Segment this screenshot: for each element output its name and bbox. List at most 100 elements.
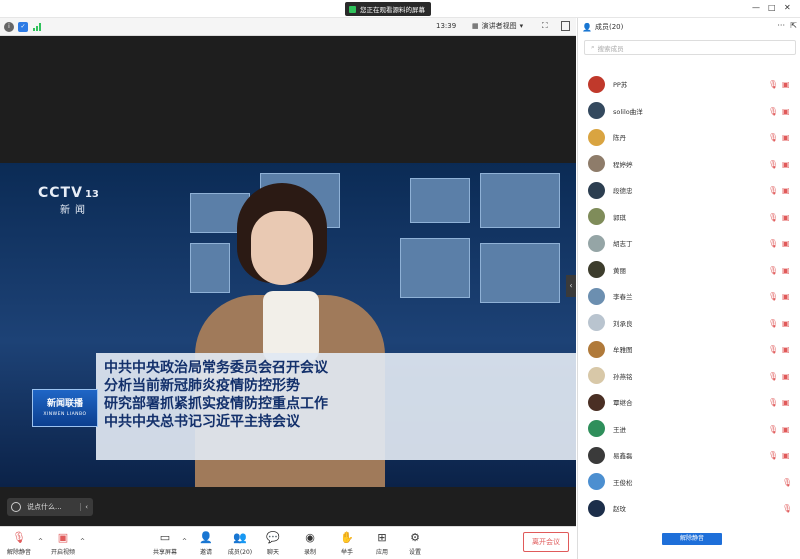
member-row[interactable]: 黄丽 🎙 ▣ xyxy=(578,257,800,283)
avatar xyxy=(588,181,605,199)
camera-off-icon[interactable]: ▣ xyxy=(782,213,790,222)
camera-off-icon[interactable]: ▣ xyxy=(782,186,790,195)
chevron-up-icon[interactable]: ^ xyxy=(38,538,43,545)
popout-icon[interactable]: ⇱ xyxy=(790,21,797,30)
raise-hand-label: 举手 xyxy=(340,549,353,556)
meeting-window: 您正在观看源料的屏幕 — □ ✕ i ✓ 13:39 ▦ 演讲者视图 ▾ ⛶ C… xyxy=(0,0,800,559)
speaker-view-button[interactable]: ▦ 演讲者视图 ▾ xyxy=(472,21,523,31)
mic-off-icon[interactable]: 🎙 xyxy=(768,398,778,407)
camera-off-icon[interactable]: ▣ xyxy=(782,292,790,301)
collapse-panel-button[interactable]: ‹ xyxy=(566,275,576,297)
mic-off-icon[interactable]: 🎙 xyxy=(768,451,778,460)
member-row[interactable]: 王俊松 🎙 xyxy=(578,469,800,495)
camera-off-icon[interactable]: ▣ xyxy=(782,451,790,460)
settings-button[interactable]: ⚙ 设置 xyxy=(398,531,432,556)
mic-off-icon[interactable]: 🎙 xyxy=(782,504,792,513)
record-button[interactable]: ◉ 录制 xyxy=(293,531,327,556)
mic-off-icon[interactable]: 🎙 xyxy=(768,292,778,301)
minimize-button[interactable]: — xyxy=(752,3,760,12)
member-row[interactable]: 段德忠 🎙 ▣ xyxy=(578,177,800,203)
mic-off-icon[interactable]: 🎙 xyxy=(768,213,778,222)
camera-off-icon[interactable]: ▣ xyxy=(782,160,790,169)
shield-icon[interactable]: ✓ xyxy=(18,21,28,32)
chevron-up-icon[interactable]: ^ xyxy=(182,538,187,545)
unmute-button[interactable]: 🎙 解除静音 xyxy=(2,531,36,556)
member-row[interactable]: 赵玟 🎙 xyxy=(578,495,800,521)
leave-meeting-button[interactable]: 离开会议 xyxy=(523,532,569,552)
camera-off-icon[interactable]: ▣ xyxy=(782,345,790,354)
camera-off-icon[interactable]: ▣ xyxy=(782,398,790,407)
share-screen-button[interactable]: ▭ 共享屏幕 xyxy=(148,531,182,556)
start-video-button[interactable]: ▣ 开启视频 xyxy=(46,531,80,556)
chat-icon: 💬 xyxy=(266,531,280,544)
mic-off-icon[interactable]: 🎙 xyxy=(768,266,778,275)
members-button[interactable]: 👥 成员(20) xyxy=(223,531,257,556)
member-row[interactable]: 牟雅图 🎙 ▣ xyxy=(578,336,800,362)
meeting-clock: 13:39 xyxy=(436,22,457,30)
member-row[interactable]: 王进 🎙 ▣ xyxy=(578,416,800,442)
member-search-input[interactable]: ⌕ 搜索成员 xyxy=(584,40,796,55)
mic-off-icon[interactable]: 🎙 xyxy=(768,107,778,116)
camera-off-icon[interactable]: ▣ xyxy=(782,239,790,248)
chat-label: 聊天 xyxy=(266,549,279,556)
member-row[interactable]: PP苏 🎙 ▣ xyxy=(578,71,800,97)
fullscreen-icon[interactable]: ⛶ xyxy=(542,21,548,31)
chat-input[interactable]: 说点什么... ‹ xyxy=(7,498,93,516)
mic-off-icon[interactable]: 🎙 xyxy=(768,80,778,89)
share-screen-icon: ▭ xyxy=(159,531,171,544)
invite-icon: 👤 xyxy=(199,531,213,544)
member-name: 陈丹 xyxy=(613,134,626,142)
mic-off-icon[interactable]: 🎙 xyxy=(768,160,778,169)
mic-off-icon[interactable]: 🎙 xyxy=(768,345,778,354)
mic-off-icon[interactable]: 🎙 xyxy=(768,319,778,328)
share-notice[interactable]: 您正在观看源料的屏幕 xyxy=(345,2,431,16)
sidebar-toggle-icon[interactable] xyxy=(561,21,570,31)
members-label: 成员(20) xyxy=(227,549,253,556)
avatar xyxy=(588,340,605,358)
more-icon[interactable]: ··· xyxy=(777,21,785,30)
raise-hand-button[interactable]: ✋ 举手 xyxy=(330,531,364,556)
maximize-button[interactable]: □ xyxy=(768,3,776,12)
unmute-all-button[interactable]: 解除静音 xyxy=(662,533,722,545)
camera-off-icon[interactable]: ▣ xyxy=(782,425,790,434)
chat-button[interactable]: 💬 聊天 xyxy=(256,531,290,556)
member-row[interactable]: 郭琪 🎙 ▣ xyxy=(578,204,800,230)
xinwen-lianbo-logo: 新闻联播 XINWEN LIANBO xyxy=(32,389,98,427)
member-row[interactable]: 刘承良 🎙 ▣ xyxy=(578,310,800,336)
chevron-down-icon: ▾ xyxy=(519,22,524,30)
emoji-icon[interactable] xyxy=(11,502,21,512)
info-icon[interactable]: i xyxy=(4,21,14,32)
chat-placeholder: 说点什么... xyxy=(27,503,62,511)
mic-off-icon[interactable]: 🎙 xyxy=(768,425,778,434)
member-row[interactable]: 覃继合 🎙 ▣ xyxy=(578,389,800,415)
chevron-up-icon[interactable]: ^ xyxy=(80,538,85,545)
member-row[interactable]: 程婷婷 🎙 ▣ xyxy=(578,151,800,177)
camera-off-icon[interactable]: ▣ xyxy=(782,107,790,116)
camera-off-icon[interactable]: ▣ xyxy=(782,80,790,89)
member-row[interactable]: 易鑫磊 🎙 ▣ xyxy=(578,442,800,468)
news-caption: 中共中央政治局常务委员会召开会议 分析当前新冠肺炎疫情防控形势 研究部署抓紧抓实… xyxy=(96,353,576,460)
news-video: CCTV 13 新闻 中共中央政治局常务委员会召开会议 分析当前新冠肺炎疫情防控形… xyxy=(0,163,576,487)
camera-off-icon[interactable]: ▣ xyxy=(782,266,790,275)
member-name: 牟雅图 xyxy=(613,346,633,354)
camera-off-icon[interactable]: ▣ xyxy=(782,133,790,142)
member-row[interactable]: 陈丹 🎙 ▣ xyxy=(578,124,800,150)
member-row[interactable]: solilo曲洋 🎙 ▣ xyxy=(578,98,800,124)
close-button[interactable]: ✕ xyxy=(784,3,791,12)
member-row[interactable]: 孙燕铭 🎙 ▣ xyxy=(578,363,800,389)
mic-off-icon[interactable]: 🎙 xyxy=(768,372,778,381)
member-row[interactable]: 李春兰 🎙 ▣ xyxy=(578,283,800,309)
mic-off-icon[interactable]: 🎙 xyxy=(768,186,778,195)
camera-off-icon[interactable]: ▣ xyxy=(782,319,790,328)
search-placeholder: 搜索成员 xyxy=(597,44,624,53)
camera-off-icon[interactable]: ▣ xyxy=(782,372,790,381)
apps-button[interactable]: ⊞ 应用 xyxy=(365,531,399,556)
avatar xyxy=(588,155,605,172)
mic-off-icon[interactable]: 🎙 xyxy=(768,239,778,248)
mic-off-icon[interactable]: 🎙 xyxy=(768,133,778,142)
mic-off-icon[interactable]: 🎙 xyxy=(782,478,792,487)
chevron-left-icon[interactable]: ‹ xyxy=(80,503,88,511)
signal-icon[interactable] xyxy=(33,22,41,31)
member-row[interactable]: 胡志丁 🎙 ▣ xyxy=(578,230,800,256)
invite-button[interactable]: 👤 邀请 xyxy=(189,531,223,556)
